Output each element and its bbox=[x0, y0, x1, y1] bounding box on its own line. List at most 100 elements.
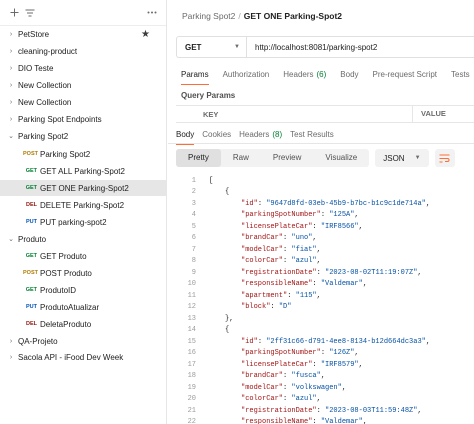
collection-item[interactable]: › Sacola API - iFood Dev Week bbox=[0, 349, 166, 365]
json-value: "Valdemar" bbox=[320, 280, 363, 289]
line-number: 9 bbox=[191, 268, 196, 277]
tab-headers[interactable]: Headers (6) bbox=[283, 70, 326, 79]
line-number: 6 bbox=[191, 234, 196, 243]
request-item[interactable]: GET GET ALL Parking-Spot2 bbox=[0, 163, 166, 179]
breadcrumb-parent[interactable]: Parking Spot2 bbox=[182, 11, 235, 21]
view-preview-button[interactable]: Preview bbox=[261, 149, 313, 167]
collection-item[interactable]: › cleaning-product bbox=[0, 43, 166, 59]
json-value: "IRF8579" bbox=[320, 360, 359, 369]
request-panel: Parking Spot2/GET ONE Parking-Spot2 GET … bbox=[168, 0, 474, 424]
breadcrumb-current[interactable]: GET ONE Parking-Spot2 bbox=[244, 11, 342, 21]
collection-item[interactable]: ⌄ Parking Spot2 bbox=[0, 128, 166, 144]
code-text: "parkingSpotNumber": "125A", bbox=[241, 211, 359, 219]
tab-tests[interactable]: Tests bbox=[451, 70, 470, 79]
response-tab-test-results[interactable]: Test Results bbox=[290, 130, 334, 139]
collection-item[interactable]: › Parking Spot Endpoints bbox=[0, 111, 166, 127]
filter-icon[interactable] bbox=[22, 5, 38, 21]
collection-item[interactable]: › New Collection bbox=[0, 94, 166, 110]
line-number: 8 bbox=[191, 257, 196, 266]
request-label: GET ONE Parking-Spot2 bbox=[40, 183, 129, 193]
view-visualize-button[interactable]: Visualize bbox=[313, 149, 369, 167]
url-input[interactable] bbox=[247, 37, 474, 57]
collection-item[interactable]: ⌄ Produto bbox=[0, 231, 166, 247]
request-item[interactable]: DEL DeletaProduto bbox=[0, 316, 166, 332]
chevron-right-icon: › bbox=[9, 47, 13, 55]
collection-label: Produto bbox=[18, 234, 47, 244]
view-pretty-button[interactable]: Pretty bbox=[176, 149, 221, 167]
code-line: 10 "responsibleName": "Valdemar", bbox=[168, 279, 367, 291]
code-line: 11 "apartment": "115", bbox=[168, 290, 321, 302]
response-tab-headers[interactable]: Headers (8) bbox=[239, 130, 282, 139]
request-item[interactable]: POST POST Produto bbox=[0, 265, 166, 281]
json-comma: , bbox=[425, 337, 431, 346]
collection-item[interactable]: › QA-Projeto bbox=[0, 333, 166, 349]
method-badge: DEL bbox=[26, 202, 37, 208]
view-raw-button[interactable]: Raw bbox=[221, 149, 261, 167]
request-item[interactable]: DEL DELETE Parking-Spot2 bbox=[0, 197, 166, 213]
code-text: "registrationDate": "2023-08-03T11:59:48… bbox=[241, 407, 422, 415]
chevron-right-icon: › bbox=[9, 64, 13, 72]
code-line: 21 "registrationDate": "2023-08-03T11:59:… bbox=[168, 405, 422, 417]
language-select[interactable]: JSON ▼ bbox=[375, 149, 429, 167]
collection-label: Parking Spot2 bbox=[18, 131, 69, 141]
tab-label: Body bbox=[176, 130, 195, 139]
collection-item[interactable]: › PetStore ★ bbox=[0, 26, 166, 42]
wrap-lines-button[interactable] bbox=[434, 149, 455, 167]
tab-pre-request-script[interactable]: Pre-request Script bbox=[373, 70, 437, 79]
tab-authorization[interactable]: Authorization bbox=[223, 70, 270, 79]
code-text: { bbox=[225, 188, 229, 196]
request-item[interactable]: PUT ProdutoAtualizar bbox=[0, 299, 166, 315]
json-value: "azul" bbox=[291, 257, 317, 266]
tab-params[interactable]: Params bbox=[181, 70, 209, 85]
tab-count: (8) bbox=[272, 130, 283, 139]
json-punct: }, bbox=[225, 314, 234, 323]
json-value: "9647d8fd-03eb-45b9-b7bc-b1c9c1de714a" bbox=[266, 199, 426, 208]
request-label: GET ALL Parking-Spot2 bbox=[40, 166, 125, 176]
json-comma: , bbox=[316, 245, 321, 254]
star-icon[interactable]: ★ bbox=[141, 29, 150, 40]
method-badge: DEL bbox=[26, 321, 37, 327]
tab-label: Tests bbox=[451, 70, 470, 79]
code-text: "registrationDate": "2023-08-02T11:19:07… bbox=[241, 269, 422, 277]
json-comma: , bbox=[358, 360, 363, 369]
request-item[interactable]: GET GET ONE Parking-Spot2 bbox=[0, 180, 166, 196]
wrap-icon bbox=[439, 154, 450, 162]
tab-body[interactable]: Body bbox=[340, 70, 358, 79]
divider bbox=[168, 143, 474, 144]
json-value: "125A" bbox=[329, 211, 355, 220]
request-label: DELETE Parking-Spot2 bbox=[40, 200, 125, 210]
params-value-header: VALUE bbox=[412, 105, 446, 123]
request-item[interactable]: PUT PUT parking-spot2 bbox=[0, 214, 166, 230]
plus-icon[interactable] bbox=[6, 5, 22, 21]
request-bar: GET ▼ bbox=[176, 36, 474, 58]
method-select[interactable]: GET ▼ bbox=[177, 37, 247, 57]
collection-label: Parking Spot Endpoints bbox=[18, 114, 102, 124]
line-number: 12 bbox=[187, 303, 196, 312]
code-text: "licensePlateCar": "IRF8579", bbox=[241, 361, 363, 369]
json-key: "responsibleName" bbox=[241, 418, 313, 424]
code-line: 20 "colorCar": "azul", bbox=[168, 394, 321, 406]
response-tab-cookies[interactable]: Cookies bbox=[202, 130, 231, 139]
json-colon: : bbox=[312, 418, 321, 424]
code-text: "responsibleName": "Valdemar", bbox=[241, 418, 367, 424]
code-text: "brandCar": "fusca", bbox=[241, 372, 325, 380]
collection-label: QA-Projeto bbox=[18, 336, 58, 346]
request-item[interactable]: POST Parking Spot2 bbox=[0, 146, 166, 162]
code-text: "block": "D" bbox=[241, 303, 291, 311]
code-text: "modelCar": "volkswagen", bbox=[241, 384, 346, 392]
code-text: "apartment": "115", bbox=[241, 292, 321, 300]
collection-item[interactable]: › DIO Teste bbox=[0, 60, 166, 76]
json-key: "licensePlateCar" bbox=[241, 222, 313, 231]
response-tab-body[interactable]: Body bbox=[176, 130, 195, 145]
line-number: 5 bbox=[191, 222, 196, 231]
request-item[interactable]: GET GET Produto bbox=[0, 248, 166, 264]
code-line: 6 "brandCar": "uno", bbox=[168, 233, 317, 245]
request-item[interactable]: GET ProdutoID bbox=[0, 282, 166, 298]
json-comma: , bbox=[358, 222, 363, 231]
code-line: 14 { bbox=[168, 325, 230, 337]
collection-item[interactable]: › New Collection bbox=[0, 77, 166, 93]
code-line: 7 "modelCar": "fiat", bbox=[168, 244, 321, 256]
more-icon[interactable] bbox=[144, 5, 160, 21]
json-value: "volkswagen" bbox=[291, 383, 342, 392]
language-value: JSON bbox=[383, 153, 405, 163]
